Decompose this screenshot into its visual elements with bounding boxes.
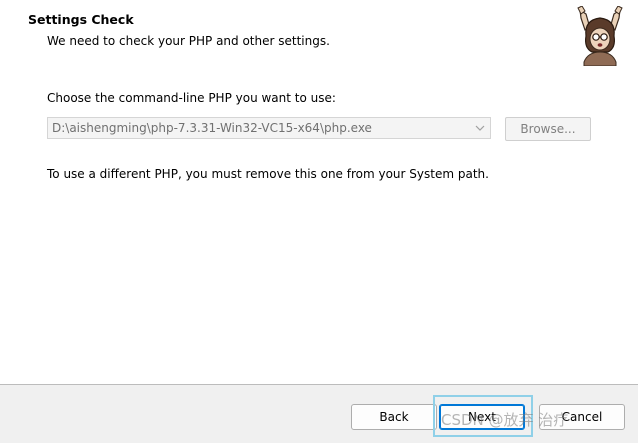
page-subtitle: We need to check your PHP and other sett… [47,34,330,48]
page-title: Settings Check [28,12,134,27]
watermark-text: CSDN @放弃 治疗 [441,411,569,429]
browse-button[interactable]: Browse... [505,117,591,141]
back-button[interactable]: Back [351,404,437,430]
chevron-down-icon [475,125,485,131]
php-path-combobox[interactable]: D:\aishengming\php-7.3.31-Win32-VC15-x64… [47,117,491,139]
system-path-note: To use a different PHP, you must remove … [47,167,489,181]
header-panel: Settings Check We need to check your PHP… [0,0,638,75]
composer-logo-icon [577,6,623,66]
php-path-value: D:\aishengming\php-7.3.31-Win32-VC15-x64… [52,121,372,135]
php-select-prompt: Choose the command-line PHP you want to … [47,91,336,105]
